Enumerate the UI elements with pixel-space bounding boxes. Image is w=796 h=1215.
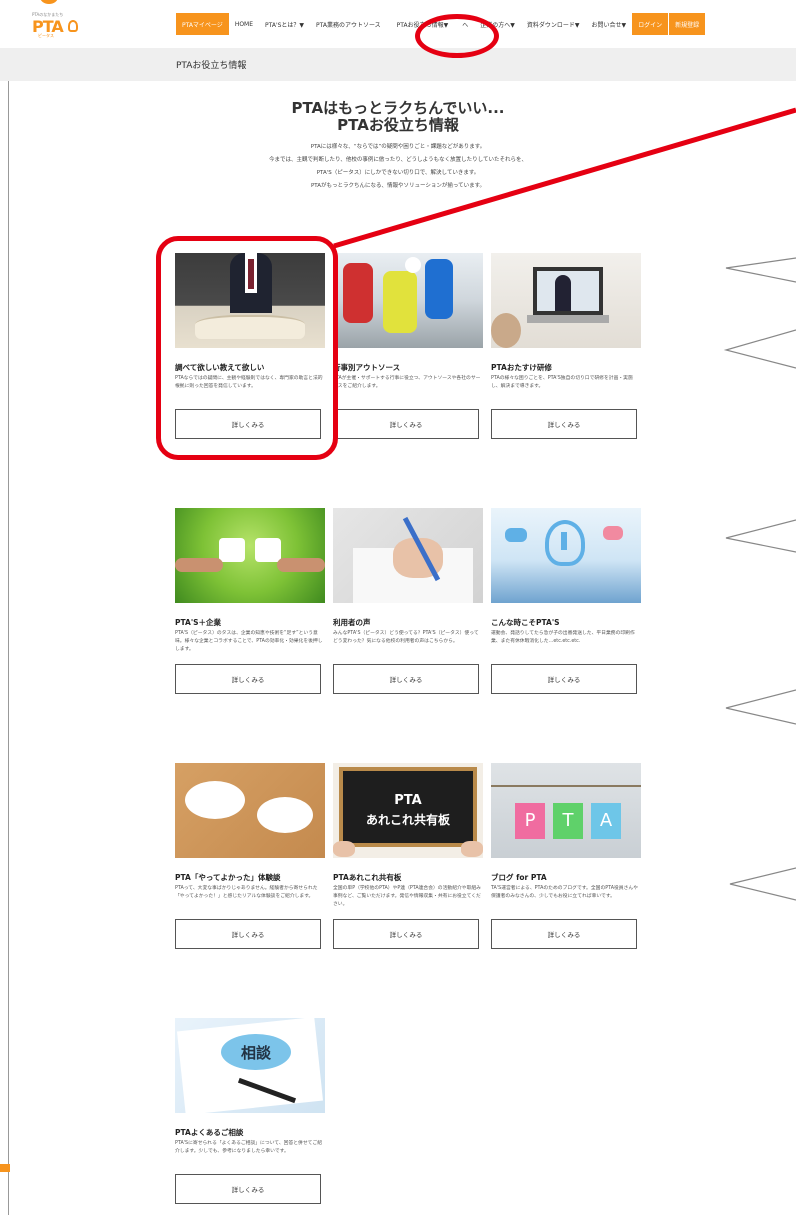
callout-lines xyxy=(723,257,796,901)
side-accent xyxy=(0,1164,10,1172)
callout-shape xyxy=(725,519,796,553)
annotation-arrow-line xyxy=(333,107,796,249)
callout-shape xyxy=(729,867,796,901)
annotation-overlay xyxy=(333,107,796,901)
callout-shape xyxy=(725,257,796,283)
callout-shape xyxy=(723,329,796,369)
callout-shape xyxy=(725,689,796,725)
